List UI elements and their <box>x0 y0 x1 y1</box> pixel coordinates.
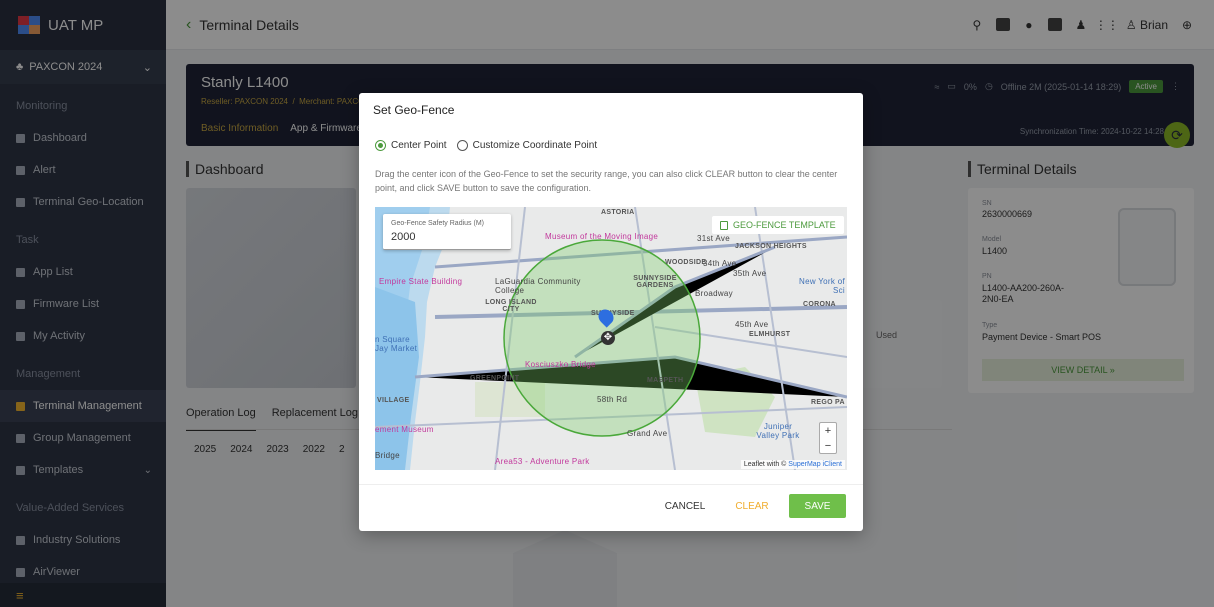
custom-coordinate-radio[interactable]: Customize Coordinate Point <box>456 140 598 151</box>
geo-fence-template-button[interactable]: GEO-FENCE TEMPLATE <box>712 216 844 234</box>
zoom-out-button[interactable]: − <box>825 440 831 452</box>
geo-fence-mode: Center Point Customize Coordinate Point <box>375 140 597 151</box>
template-icon <box>720 220 728 230</box>
map-label: Juniper Valley Park <box>756 422 800 440</box>
map-label: Bridge <box>375 451 400 460</box>
center-point-label: Center Point <box>391 140 447 151</box>
map-label: 58th Rd <box>597 395 628 404</box>
map-label: WOODSIDE <box>665 259 707 266</box>
radius-value: 2000 <box>391 231 416 243</box>
dialog-description: Drag the center icon of the Geo-Fence to… <box>375 169 838 193</box>
attribution-link[interactable]: SuperMap iClient <box>788 461 842 468</box>
map-attribution: Leaflet with © SuperMap iClient <box>740 460 845 469</box>
clear-button[interactable]: CLEAR <box>727 494 777 518</box>
attribution-text: Leaflet with © <box>743 461 787 468</box>
map-label: VILLAGE <box>377 397 410 404</box>
map-label: ement Museum <box>375 425 434 434</box>
radius-input[interactable]: Geo-Fence Safety Radius (M) 2000 <box>383 214 511 250</box>
map-label: 45th Ave <box>735 320 769 329</box>
map-label: Grand Ave <box>627 429 668 438</box>
map-label: Area53 - Adventure Park <box>495 457 590 466</box>
map-label: 31st Ave <box>697 234 730 243</box>
zoom-in-button[interactable]: + <box>825 425 831 437</box>
map-label: LaGuardia Community College <box>495 277 581 295</box>
template-button-label: GEO-FENCE TEMPLATE <box>733 220 836 230</box>
geo-fence-dialog: Set Geo-Fence Center Point Customize Coo… <box>359 93 863 531</box>
move-icon[interactable]: ✥ <box>601 331 615 345</box>
radio-dot <box>456 140 468 151</box>
map-label: REGO PA <box>811 399 845 406</box>
map-label: LONG ISLAND CITY <box>485 299 537 313</box>
map-label: n Square Jay Market <box>375 335 418 353</box>
map-label: CORONA <box>803 301 836 308</box>
map-label: JACKSON HEIGHTS <box>735 243 807 250</box>
map-label: ELMHURST <box>749 331 791 338</box>
map-label: GREENPOINT <box>470 375 520 382</box>
radio-dot <box>375 140 386 151</box>
cancel-button[interactable]: CANCEL <box>659 494 711 518</box>
map-label: Empire State Building <box>379 277 463 286</box>
save-button[interactable]: SAVE <box>789 494 846 518</box>
dialog-divider <box>359 484 863 485</box>
map-label: New York of Sci <box>799 277 845 295</box>
zoom-control: + − <box>819 422 837 454</box>
center-point-radio[interactable]: Center Point <box>375 140 447 151</box>
map-label: 34th Ave <box>703 259 737 268</box>
map-label: Broadway <box>695 289 733 298</box>
map-label: Museum of the Moving Image <box>545 232 659 241</box>
map-label: SUNNYSIDE GARDENS <box>633 275 677 289</box>
map-label: Kosciuszko Bridge <box>525 360 596 369</box>
map-label: ASTORIA <box>601 209 635 216</box>
dialog-title: Set Geo-Fence <box>373 103 455 117</box>
custom-coordinate-label: Customize Coordinate Point <box>472 140 598 151</box>
map-label: MASPETH <box>647 377 684 384</box>
radius-label: Geo-Fence Safety Radius (M) <box>391 220 484 227</box>
map-label: 35th Ave <box>733 269 767 278</box>
geo-fence-map[interactable]: ASTORIA Museum of the Moving Image WOODS… <box>375 207 847 470</box>
